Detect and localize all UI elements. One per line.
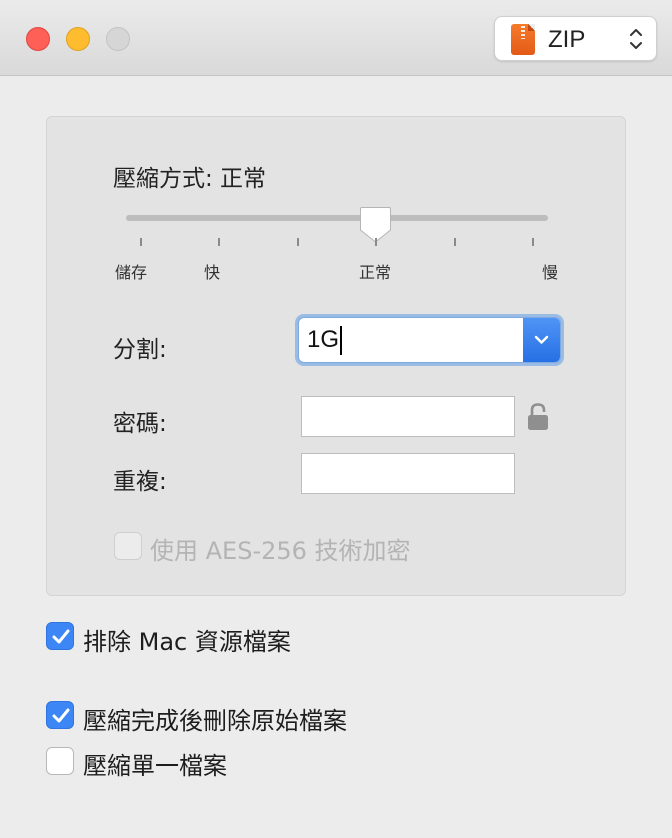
chevron-down-icon bbox=[534, 335, 549, 344]
text-cursor bbox=[340, 326, 342, 355]
title-bar: ZIP bbox=[0, 0, 672, 76]
zip-archive-icon bbox=[511, 24, 535, 55]
slider-tick bbox=[532, 238, 534, 246]
slider-tick bbox=[375, 238, 377, 246]
minimize-window-button[interactable] bbox=[66, 27, 90, 51]
close-window-button[interactable] bbox=[26, 27, 50, 51]
slider-tick-label: 儲存 bbox=[115, 263, 148, 282]
checkmark-icon bbox=[52, 708, 70, 723]
slider-tick bbox=[454, 238, 456, 246]
slider-tick-label: 慢 bbox=[542, 263, 559, 282]
slider-tick bbox=[218, 238, 220, 246]
compression-level-slider[interactable] bbox=[126, 215, 548, 221]
slider-tick-label: 正常 bbox=[359, 263, 392, 282]
compression-settings-window: ZIP 壓縮方式: 正常 儲存 快 正常 慢 分割: 1G 密碼: 重複: 使用… bbox=[0, 0, 672, 838]
lock-icon bbox=[528, 403, 548, 430]
up-down-chevron-icon bbox=[630, 29, 642, 49]
split-size-value[interactable]: 1G bbox=[307, 326, 339, 354]
aes-256-checkbox[interactable] bbox=[114, 532, 142, 560]
exclude-mac-resources-label: 排除 Mac 資源檔案 bbox=[83, 628, 291, 656]
zoom-window-button[interactable] bbox=[106, 27, 130, 51]
checkmark-icon bbox=[52, 629, 70, 644]
compress-single-file-label: 壓縮單一檔案 bbox=[83, 752, 227, 780]
split-size-dropdown-button[interactable] bbox=[523, 318, 560, 362]
repeat-password-label: 重複: bbox=[113, 469, 167, 495]
split-label: 分割: bbox=[113, 337, 167, 363]
slider-tick bbox=[140, 238, 142, 246]
compress-single-file-checkbox[interactable] bbox=[46, 747, 74, 775]
slider-tick bbox=[297, 238, 299, 246]
repeat-password-field[interactable] bbox=[301, 453, 515, 494]
exclude-mac-resources-checkbox[interactable] bbox=[46, 622, 74, 650]
password-label: 密碼: bbox=[113, 411, 167, 437]
archive-format-popup[interactable]: ZIP bbox=[494, 16, 657, 61]
slider-tick-label: 快 bbox=[204, 263, 221, 282]
aes-256-label: 使用 AES-256 技術加密 bbox=[150, 537, 411, 565]
archive-format-label: ZIP bbox=[548, 26, 586, 53]
delete-after-compress-checkbox[interactable] bbox=[46, 701, 74, 729]
split-size-combobox[interactable]: 1G bbox=[298, 317, 561, 363]
delete-after-compress-label: 壓縮完成後刪除原始檔案 bbox=[83, 707, 347, 735]
password-field[interactable] bbox=[301, 396, 515, 437]
compression-method-label: 壓縮方式: 正常 bbox=[113, 166, 267, 192]
